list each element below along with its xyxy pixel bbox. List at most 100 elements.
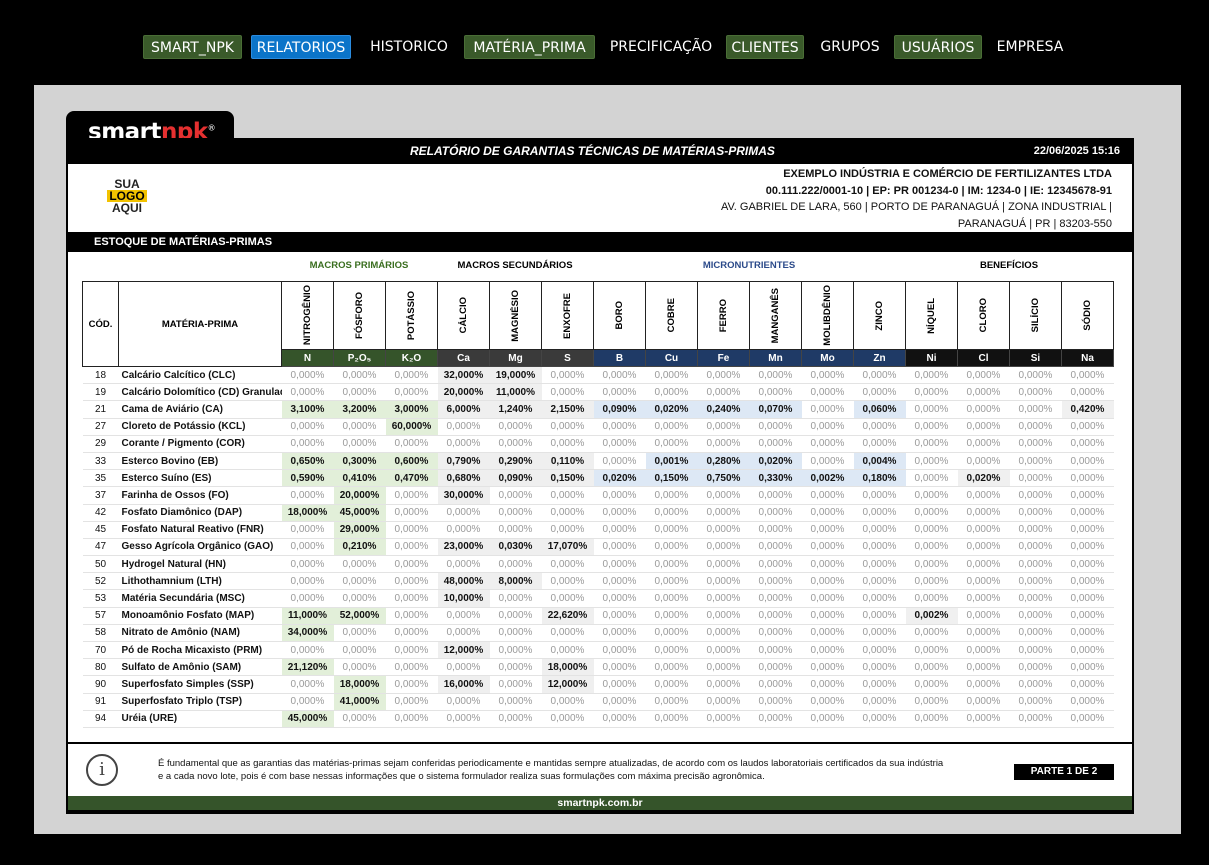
nutrient-value: 0,000% — [385, 504, 438, 522]
nav-mat-ria-prima-button[interactable]: MATÉRIA_PRIMA — [464, 35, 595, 59]
nutrient-value: 0,000% — [593, 589, 646, 608]
nutrient-value: 0,000% — [853, 641, 906, 660]
company-ids: 00.111.222/0001-10 | EP: PR 001234-0 | I… — [765, 184, 1112, 197]
column-header-nutrient: MOLIBDÊNIO — [801, 281, 854, 350]
nutrient-value: 0,210% — [333, 538, 386, 557]
table-row: 53 Matéria Secundária (MSC) 0,000% 0,000% 0,… — [82, 589, 1114, 608]
report-title-bar: RELATÓRIO DE GARANTIAS TÉCNICAS DE MATÉR… — [66, 138, 1134, 164]
nav-grupos-button[interactable]: GRUPOS — [812, 35, 888, 59]
row-material-name: Hydrogel Natural (HN) — [118, 555, 282, 574]
nav-usu-rios-button[interactable]: USUÁRIOS — [894, 35, 982, 59]
nav-relatorios-button[interactable]: RELATORIOS — [251, 35, 351, 59]
nutrient-value: 0,000% — [385, 589, 438, 608]
report-page: RELATÓRIO DE GARANTIAS TÉCNICAS DE MATÉR… — [66, 138, 1134, 814]
nutrient-value: 0,000% — [489, 710, 542, 728]
nutrient-value: 0,000% — [281, 538, 334, 557]
nutrient-value: 0,000% — [1061, 486, 1114, 505]
nutrient-value: 0,000% — [957, 589, 1010, 608]
nutrient-value: 0,000% — [645, 555, 698, 574]
nutrient-value: 0,000% — [593, 658, 646, 677]
nutrient-value: 0,000% — [957, 624, 1010, 643]
column-header-nutrient: CÁLCIO — [437, 281, 490, 350]
nutrient-value: 0,000% — [905, 486, 958, 505]
nutrient-value: 0,000% — [1061, 624, 1114, 643]
nutrient-value: 0,000% — [905, 521, 958, 539]
nutrient-value: 0,020% — [749, 452, 802, 471]
nutrient-value: 0,000% — [697, 693, 750, 711]
nutrient-value: 1,240% — [489, 400, 542, 419]
nutrient-value: 0,000% — [749, 675, 802, 694]
nutrient-value: 0,000% — [489, 521, 542, 539]
nutrient-symbol: N — [281, 349, 334, 367]
row-code: 50 — [82, 555, 119, 574]
nutrient-value: 0,000% — [957, 675, 1010, 694]
nutrient-value: 0,000% — [905, 435, 958, 453]
nutrient-value: 0,000% — [385, 555, 438, 574]
nutrient-value: 0,000% — [1061, 693, 1114, 711]
top-navigation: SMART_NPK RELATORIOS HISTORICO MATÉRIA_PRIM… — [0, 35, 1209, 59]
nutrient-value: 0,000% — [801, 710, 854, 728]
nutrient-name: ENXOFRE — [562, 292, 573, 339]
nav-clientes-button[interactable]: CLIENTES — [726, 35, 804, 59]
nutrient-value: 0,000% — [1061, 418, 1114, 436]
nutrient-value: 0,000% — [957, 452, 1010, 471]
nutrient-value: 0,000% — [853, 486, 906, 505]
nav-empresa-button[interactable]: EMPRESA — [989, 35, 1071, 59]
row-code: 18 — [82, 366, 119, 385]
nutrient-value: 0,000% — [905, 400, 958, 419]
nutrient-value: 0,000% — [957, 400, 1010, 419]
table-row: 35 Esterco Suíno (ES) 0,590% 0,410% 0,470% 0,… — [82, 469, 1114, 488]
nutrient-value: 0,280% — [697, 452, 750, 471]
nav-precifica-o-button[interactable]: PRECIFICAÇÃO — [604, 35, 718, 59]
row-code: 29 — [82, 435, 119, 453]
nutrient-value: 0,000% — [593, 452, 646, 471]
nutrient-value: 0,000% — [385, 641, 438, 660]
nutrient-symbol: B — [593, 349, 646, 367]
nutrient-value: 0,000% — [905, 693, 958, 711]
nutrient-value: 0,000% — [333, 418, 386, 436]
nutrient-value: 0,000% — [697, 383, 750, 402]
nutrient-value: 0,000% — [541, 366, 594, 385]
nutrient-value: 0,000% — [905, 675, 958, 694]
column-header-nutrient: COBRE — [645, 281, 698, 350]
row-material-name: Uréia (URE) — [118, 710, 282, 728]
nutrient-value: 0,000% — [281, 675, 334, 694]
company-address-1: AV. GABRIEL DE LARA, 560 | PORTO DE PARA… — [720, 201, 1112, 213]
nav-smart-npk-button[interactable]: SMART_NPK — [143, 35, 242, 59]
nav-historico-button[interactable]: HISTORICO — [363, 35, 455, 59]
nutrient-value: 0,000% — [749, 504, 802, 522]
nutrient-value: 0,000% — [645, 675, 698, 694]
row-material-name: Fosfato Natural Reativo (FNR) — [118, 521, 282, 539]
nutrient-value: 0,000% — [489, 641, 542, 660]
nutrient-value: 0,000% — [697, 435, 750, 453]
nutrient-value: 17,070% — [541, 538, 594, 557]
nutrient-value: 0,090% — [593, 400, 646, 419]
client-logo-placeholder: SUA LOGO AQUI — [104, 178, 150, 216]
nutrient-value: 32,000% — [437, 366, 490, 385]
nutrient-value: 0,002% — [905, 607, 958, 625]
nutrient-value: 0,000% — [853, 521, 906, 539]
nutrient-value: 0,000% — [749, 538, 802, 557]
group-label: MACROS SECUNDÁRIOS — [457, 260, 573, 271]
column-header-nutrient: FERRO — [697, 281, 750, 350]
nutrient-value: 0,000% — [541, 572, 594, 591]
nutrient-value: 0,000% — [593, 607, 646, 625]
nutrient-value: 0,000% — [1061, 469, 1114, 488]
nutrient-value: 0,000% — [541, 435, 594, 453]
row-material-name: Calcário Calcítico (CLC) — [118, 366, 282, 385]
row-material-name: Corante / Pigmento (COR) — [118, 435, 282, 453]
nutrient-value: 0,020% — [645, 400, 698, 419]
nutrient-value: 19,000% — [489, 366, 542, 385]
nutrient-value: 0,000% — [437, 624, 490, 643]
nutrient-symbol: Cl — [957, 349, 1010, 367]
nutrient-value: 0,000% — [1009, 418, 1062, 436]
row-material-name: Calcário Dolomítico (CD) Granulado — [118, 383, 282, 402]
nutrient-value: 0,000% — [1009, 383, 1062, 402]
nutrient-value: 0,000% — [749, 710, 802, 728]
nutrient-value: 0,000% — [645, 572, 698, 591]
nutrient-value: 0,000% — [749, 418, 802, 436]
nutrient-value: 0,000% — [593, 555, 646, 574]
nutrient-value: 0,000% — [437, 504, 490, 522]
nutrient-value: 0,000% — [541, 486, 594, 505]
nutrient-value: 0,420% — [1061, 400, 1114, 419]
